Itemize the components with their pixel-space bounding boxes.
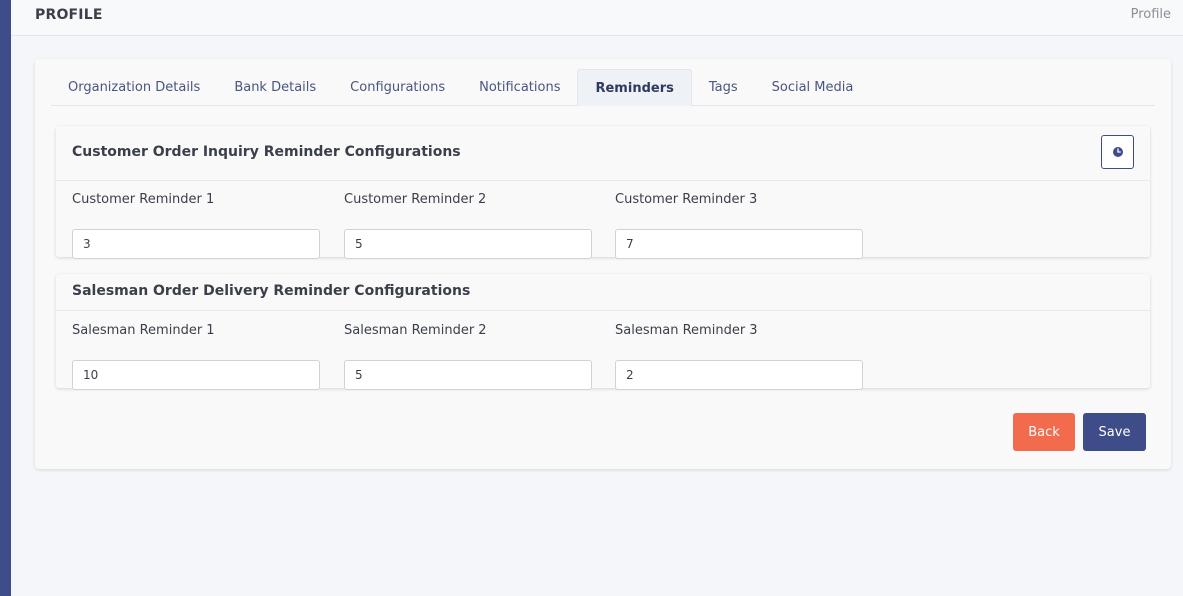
- salesman-reminder-2-label: Salesman Reminder 2: [344, 323, 487, 338]
- tab-configurations[interactable]: Configurations: [333, 69, 462, 105]
- page-title: PROFILE: [35, 7, 103, 23]
- topbar: PROFILE Profile: [11, 0, 1183, 36]
- sidebar-strip: [0, 0, 11, 596]
- salesman-reminder-1-label: Salesman Reminder 1: [72, 323, 215, 338]
- customer-reminder-1-field: Customer Reminder 1: [72, 192, 320, 259]
- back-button[interactable]: Back: [1013, 413, 1075, 451]
- tab-social-media[interactable]: Social Media: [755, 69, 871, 105]
- customer-reminder-3-label: Customer Reminder 3: [615, 192, 758, 207]
- customer-section-header: Customer Order Inquiry Reminder Configur…: [56, 126, 1150, 181]
- tab-tags[interactable]: Tags: [692, 69, 755, 105]
- profile-tabs: Organization Details Bank Details Config…: [51, 69, 1155, 106]
- customer-reminder-1-input[interactable]: [72, 229, 320, 259]
- customer-reminder-3-field: Customer Reminder 3: [615, 192, 863, 259]
- customer-reminder-2-field: Customer Reminder 2: [344, 192, 592, 259]
- salesman-reminder-section: Salesman Order Delivery Reminder Configu…: [56, 274, 1150, 390]
- customer-reminder-2-input[interactable]: [344, 229, 592, 259]
- clock-button[interactable]: [1101, 135, 1134, 169]
- salesman-reminder-1-field: Salesman Reminder 1: [72, 323, 320, 390]
- customer-reminder-1-label: Customer Reminder 1: [72, 192, 215, 207]
- tab-notifications[interactable]: Notifications: [462, 69, 577, 105]
- salesman-reminder-1-input[interactable]: [72, 360, 320, 390]
- salesman-reminder-2-input[interactable]: [344, 360, 592, 390]
- profile-card: Organization Details Bank Details Config…: [35, 59, 1171, 469]
- save-button[interactable]: Save: [1083, 413, 1146, 451]
- salesman-section-title: Salesman Order Delivery Reminder Configu…: [72, 283, 471, 299]
- tab-reminders[interactable]: Reminders: [577, 69, 692, 106]
- salesman-reminder-3-label: Salesman Reminder 3: [615, 323, 758, 338]
- salesman-reminder-3-input[interactable]: [615, 360, 863, 390]
- breadcrumb[interactable]: Profile: [1131, 7, 1171, 22]
- customer-reminder-3-input[interactable]: [615, 229, 863, 259]
- customer-section-title: Customer Order Inquiry Reminder Configur…: [72, 144, 461, 160]
- customer-reminder-2-label: Customer Reminder 2: [344, 192, 487, 207]
- clock-icon: [1112, 147, 1123, 157]
- tab-organization-details[interactable]: Organization Details: [51, 69, 217, 105]
- salesman-reminder-2-field: Salesman Reminder 2: [344, 323, 592, 390]
- salesman-reminder-3-field: Salesman Reminder 3: [615, 323, 863, 390]
- tab-bank-details[interactable]: Bank Details: [217, 69, 333, 105]
- customer-reminder-section: Customer Order Inquiry Reminder Configur…: [56, 126, 1150, 259]
- salesman-section-header: Salesman Order Delivery Reminder Configu…: [56, 274, 1150, 311]
